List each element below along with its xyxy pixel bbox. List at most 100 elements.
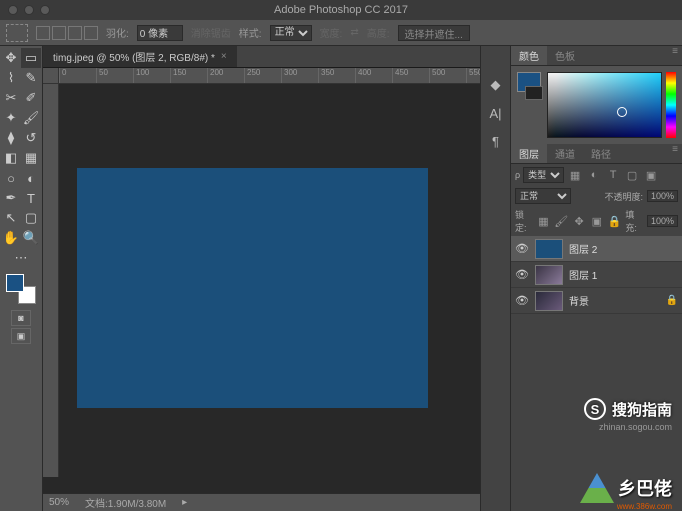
watermark-386w-url: www.386w.com xyxy=(617,502,672,511)
fill-value[interactable]: 100% xyxy=(647,215,678,227)
quick-select-tool-icon[interactable]: ✎ xyxy=(21,68,41,88)
filter-smart-icon[interactable]: ▣ xyxy=(643,167,659,183)
watermark-sogou-url: zhinan.sogou.com xyxy=(599,422,672,432)
selection-intersect-icon[interactable] xyxy=(84,26,98,40)
layer-thumbnail[interactable] xyxy=(535,239,563,259)
feather-input[interactable] xyxy=(137,25,183,41)
color-tab[interactable]: 颜色 xyxy=(511,46,547,65)
select-and-mask-button[interactable]: 选择并遮住... xyxy=(398,25,470,41)
lock-position-icon[interactable]: ✥ xyxy=(572,213,586,229)
lock-icon: 🔒 xyxy=(666,295,678,306)
edit-toolbar-icon[interactable]: ⋯ xyxy=(11,248,31,268)
zoom-tool-icon[interactable]: 🔍 xyxy=(21,228,41,248)
style-label: 样式: xyxy=(239,25,262,40)
history-brush-tool-icon[interactable]: ↺ xyxy=(21,128,41,148)
paragraph-panel-icon[interactable]: ¶ xyxy=(487,132,505,150)
style-select[interactable]: 正常 xyxy=(270,25,312,41)
vertical-ruler xyxy=(43,84,59,477)
brush-tool-icon[interactable]: 🖌 xyxy=(21,108,41,128)
feather-label: 羽化: xyxy=(106,25,129,40)
document-viewport[interactable]: 0501001502002503003504004505005506006507… xyxy=(43,68,480,493)
lock-label: 锁定: xyxy=(515,208,533,234)
character-panel-icon[interactable]: A| xyxy=(487,104,505,122)
layer-filter-select[interactable]: 类型 xyxy=(523,167,564,183)
color-bg-swatch[interactable] xyxy=(525,86,543,100)
options-bar: 羽化: 消除锯齿 样式: 正常 宽度: ⇄ 高度: 选择并遮住... xyxy=(0,20,682,46)
gradient-tool-icon[interactable]: ▦ xyxy=(21,148,41,168)
foreground-color-swatch[interactable] xyxy=(6,274,24,292)
layer-item[interactable]: 👁 背景 🔒 xyxy=(511,288,682,314)
fill-label: 填充: xyxy=(625,208,643,234)
healing-brush-tool-icon[interactable]: ✦ xyxy=(1,108,21,128)
status-arrow-icon[interactable]: ▸ xyxy=(182,497,187,508)
layer-blend-row: 正常 不透明度: 100% xyxy=(511,186,682,206)
opacity-value[interactable]: 100% xyxy=(647,190,678,202)
layer-thumbnail[interactable] xyxy=(535,265,563,285)
visibility-eye-icon[interactable]: 👁 xyxy=(515,268,529,281)
layer-item[interactable]: 👁 图层 2 xyxy=(511,236,682,262)
selection-subtract-icon[interactable] xyxy=(68,26,82,40)
blend-mode-select[interactable]: 正常 xyxy=(515,188,571,204)
lock-image-icon[interactable]: 🖌 xyxy=(554,213,568,229)
lock-transparent-icon[interactable]: ▦ xyxy=(537,213,551,229)
eyedropper-tool-icon[interactable]: ✐ xyxy=(21,88,41,108)
layers-panel-menu-icon[interactable]: ≡ xyxy=(668,144,682,163)
pen-tool-icon[interactable]: ✒ xyxy=(1,188,21,208)
blur-tool-icon[interactable]: ○ xyxy=(1,168,21,188)
visibility-eye-icon[interactable]: 👁 xyxy=(515,294,529,307)
toolbox: ✥▭ ⌇✎ ✂✐ ✦🖌 ⧫↺ ◧▦ ○◐ ✒T ↖▢ ✋🔍 ⋯ ◙ ▣ xyxy=(0,46,43,511)
swatches-tab[interactable]: 色板 xyxy=(547,46,583,65)
document-area: timg.jpeg @ 50% (图层 2, RGB/8#) * × 05010… xyxy=(43,46,480,511)
quick-mask-icon[interactable]: ◙ xyxy=(11,310,31,326)
app-title: Adobe Photoshop CC 2017 xyxy=(0,4,682,16)
title-bar: Adobe Photoshop CC 2017 xyxy=(0,0,682,20)
zoom-level[interactable]: 50% xyxy=(49,497,69,508)
filter-type-icon[interactable]: T xyxy=(605,167,621,183)
document-tab[interactable]: timg.jpeg @ 50% (图层 2, RGB/8#) * × xyxy=(43,46,237,67)
lasso-tool-icon[interactable]: ⌇ xyxy=(1,68,21,88)
hue-slider[interactable] xyxy=(666,72,676,138)
screen-mode-icon[interactable]: ▣ xyxy=(11,328,31,344)
filter-pixel-icon[interactable]: ▦ xyxy=(567,167,583,183)
color-swatches[interactable] xyxy=(6,274,36,304)
canvas[interactable] xyxy=(77,168,428,408)
eraser-tool-icon[interactable]: ◧ xyxy=(1,148,21,168)
layer-name-label[interactable]: 图层 2 xyxy=(569,241,597,256)
lock-artboard-icon[interactable]: ▣ xyxy=(590,213,604,229)
visibility-eye-icon[interactable]: 👁 xyxy=(515,242,529,255)
selection-new-icon[interactable] xyxy=(36,26,50,40)
marquee-tool-icon[interactable]: ▭ xyxy=(21,48,41,68)
dodge-tool-icon[interactable]: ◐ xyxy=(21,168,41,188)
layer-thumbnail[interactable] xyxy=(535,291,563,311)
lock-all-icon[interactable]: 🔒 xyxy=(608,213,622,229)
close-tab-icon[interactable]: × xyxy=(221,51,227,62)
filter-shape-icon[interactable]: ▢ xyxy=(624,167,640,183)
width-label: 宽度: xyxy=(320,25,343,40)
status-bar: 50% 文档:1.90M/3.80M ▸ xyxy=(43,493,480,511)
panel-menu-icon[interactable]: ≡ xyxy=(668,46,682,65)
path-select-tool-icon[interactable]: ↖ xyxy=(1,208,21,228)
selection-add-icon[interactable] xyxy=(52,26,66,40)
clone-stamp-tool-icon[interactable]: ⧫ xyxy=(1,128,21,148)
type-tool-icon[interactable]: T xyxy=(21,188,41,208)
layer-filter-row: ρ 类型 ▦ ◐ T ▢ ▣ xyxy=(511,164,682,186)
shape-tool-icon[interactable]: ▢ xyxy=(21,208,41,228)
crop-tool-icon[interactable]: ✂ xyxy=(1,88,21,108)
paths-tab[interactable]: 路径 xyxy=(583,144,619,163)
color-field[interactable] xyxy=(547,72,662,138)
move-tool-icon[interactable]: ✥ xyxy=(1,48,21,68)
document-info[interactable]: 文档:1.90M/3.80M xyxy=(85,495,166,510)
layer-name-label[interactable]: 背景 xyxy=(569,293,589,308)
layer-name-label[interactable]: 图层 1 xyxy=(569,267,597,282)
hand-tool-icon[interactable]: ✋ xyxy=(1,228,21,248)
watermark-386w: 乡巴佬 xyxy=(580,473,672,503)
marquee-tool-indicator-icon[interactable] xyxy=(6,24,28,42)
filter-adjust-icon[interactable]: ◐ xyxy=(586,167,602,183)
layers-panel: 图层 通道 路径 ≡ ρ 类型 ▦ ◐ T ▢ ▣ 正常 不透明度: 100% … xyxy=(511,144,682,511)
sogou-logo-icon: S xyxy=(584,398,606,420)
channels-tab[interactable]: 通道 xyxy=(547,144,583,163)
history-panel-icon[interactable]: ◆ xyxy=(487,76,505,94)
layer-item[interactable]: 👁 图层 1 xyxy=(511,262,682,288)
color-marker-icon xyxy=(617,107,627,117)
layers-tab[interactable]: 图层 xyxy=(511,144,547,163)
